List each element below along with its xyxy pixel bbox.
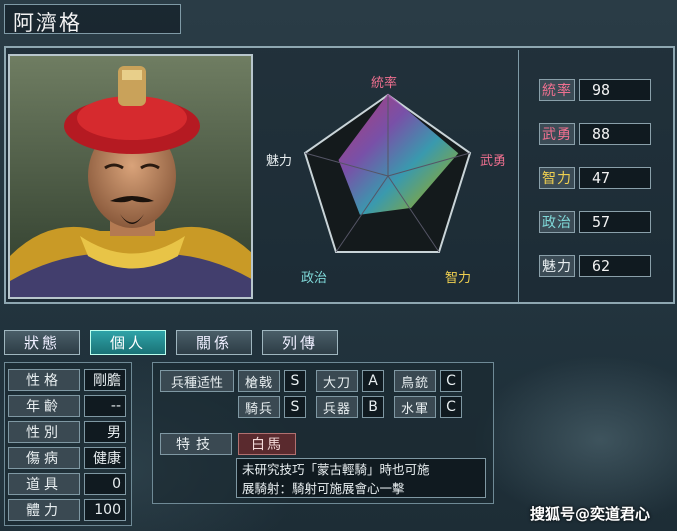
radar-label-智力: 智力 bbox=[445, 271, 472, 286]
tab-biography[interactable]: 列傳 bbox=[262, 330, 338, 355]
personal-value: 100 bbox=[84, 499, 126, 521]
aptitude-name: 騎兵 bbox=[238, 396, 280, 418]
aptitude-grade: C bbox=[440, 370, 462, 392]
stat-label: 統率 bbox=[539, 79, 575, 101]
personal-value: 剛膽 bbox=[84, 369, 126, 391]
character-name: 阿濟格 bbox=[4, 4, 181, 35]
personal-value: 健康 bbox=[84, 447, 126, 469]
tab-personal[interactable]: 個人 bbox=[90, 330, 166, 355]
aptitude-name: 大刀 bbox=[316, 370, 358, 392]
aptitude-name: 兵器 bbox=[316, 396, 358, 418]
stat-row-politics: 政治 57 bbox=[539, 211, 651, 233]
stat-value: 47 bbox=[579, 167, 651, 189]
personal-label: 年齡 bbox=[8, 395, 80, 417]
personal-value: 0 bbox=[84, 473, 126, 495]
personal-label: 體力 bbox=[8, 499, 80, 521]
radar-label-魅力: 魅力 bbox=[266, 154, 293, 169]
personal-row-age: 年齡 -- bbox=[8, 395, 126, 417]
stats-panel: 統率 98 武勇 88 智力 47 政治 57 魅力 62 bbox=[518, 50, 673, 302]
stat-label: 魅力 bbox=[539, 255, 575, 277]
personal-label: 道具 bbox=[8, 473, 80, 495]
personal-label: 性別 bbox=[8, 421, 80, 443]
stat-row-intellect: 智力 47 bbox=[539, 167, 651, 189]
personal-row-gender: 性別 男 bbox=[8, 421, 126, 443]
stat-value: 62 bbox=[579, 255, 651, 277]
radar-label-統率: 統率 bbox=[371, 76, 398, 91]
aptitude-name: 水軍 bbox=[394, 396, 436, 418]
stat-value: 98 bbox=[579, 79, 651, 101]
stat-label: 政治 bbox=[539, 211, 575, 233]
aptitude-grade: C bbox=[440, 396, 462, 418]
aptitude-grade: B bbox=[362, 396, 384, 418]
personal-row-items: 道具 0 bbox=[8, 473, 126, 495]
aptitude-spear: 槍戟 S bbox=[238, 370, 306, 392]
personal-value: -- bbox=[84, 395, 126, 417]
character-portrait bbox=[8, 54, 253, 299]
watermark: 搜狐号@奕道君心 bbox=[530, 505, 651, 523]
aptitude-cavalry: 騎兵 S bbox=[238, 396, 306, 418]
aptitude-siege: 兵器 B bbox=[316, 396, 384, 418]
tab-status[interactable]: 狀態 bbox=[4, 330, 80, 355]
aptitude-name: 鳥銃 bbox=[394, 370, 436, 392]
personal-row-injury: 傷病 健康 bbox=[8, 447, 126, 469]
special-skill-description: 未研究技巧「蒙古輕騎」時也可施 展騎射：騎射可施展會心一擊 bbox=[236, 458, 486, 498]
stat-row-valor: 武勇 88 bbox=[539, 123, 651, 145]
aptitude-grade: A bbox=[362, 370, 384, 392]
personal-label: 性格 bbox=[8, 369, 80, 391]
radar-label-政治: 政治 bbox=[301, 271, 328, 286]
aptitude-musket: 鳥銃 C bbox=[394, 370, 462, 392]
special-skill-name[interactable]: 白馬 bbox=[238, 433, 296, 455]
aptitude-blade: 大刀 A bbox=[316, 370, 384, 392]
skill-desc-line: 展騎射：騎射可施展會心一擊 bbox=[242, 481, 405, 496]
stat-label: 武勇 bbox=[539, 123, 575, 145]
attribute-radar-chart: 統率 武勇 智力 政治 魅力 bbox=[258, 50, 518, 302]
radar-label-武勇: 武勇 bbox=[480, 154, 507, 169]
personal-label: 傷病 bbox=[8, 447, 80, 469]
aptitude-name: 槍戟 bbox=[238, 370, 280, 392]
stat-row-charm: 魅力 62 bbox=[539, 255, 651, 277]
personal-row-stamina: 體力 100 bbox=[8, 499, 126, 521]
stat-row-leadership: 統率 98 bbox=[539, 79, 651, 101]
special-skill-label: 特技 bbox=[160, 433, 232, 455]
stat-value: 88 bbox=[579, 123, 651, 145]
aptitude-grade: S bbox=[284, 370, 306, 392]
tab-relations[interactable]: 關係 bbox=[176, 330, 252, 355]
personal-value: 男 bbox=[84, 421, 126, 443]
troop-aptitude-label: 兵種适性 bbox=[160, 370, 234, 392]
aptitude-grade: S bbox=[284, 396, 306, 418]
stat-label: 智力 bbox=[539, 167, 575, 189]
aptitude-navy: 水軍 C bbox=[394, 396, 462, 418]
personal-row-personality: 性格 剛膽 bbox=[8, 369, 126, 391]
stat-value: 57 bbox=[579, 211, 651, 233]
skill-desc-line: 未研究技巧「蒙古輕騎」時也可施 bbox=[242, 462, 430, 477]
